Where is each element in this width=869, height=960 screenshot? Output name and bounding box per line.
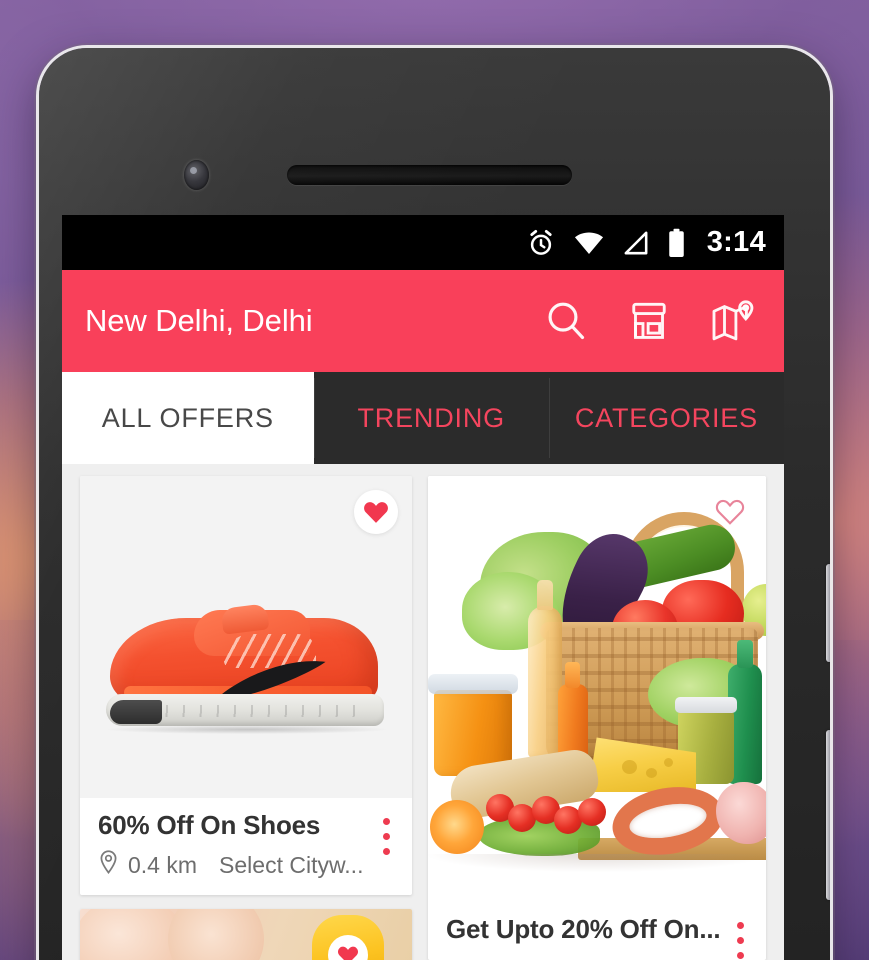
offer-card-shoes-body: 60% Off On Shoes 0.4 km Select Cityw... xyxy=(80,798,412,895)
tab-bar: ALL OFFERS TRENDING CATEGORIES xyxy=(62,372,784,464)
status-bar-time: 3:14 xyxy=(706,226,766,258)
offer-card-peek[interactable] xyxy=(80,909,412,960)
offer-title: Get Upto 20% Off On... xyxy=(446,914,721,944)
location-title[interactable]: New Delhi, Delhi xyxy=(85,303,542,339)
shoe-illustration xyxy=(102,603,392,736)
heart-filled-icon xyxy=(338,946,358,960)
tab-trending-label: TRENDING xyxy=(357,402,505,433)
favorite-heart-icon[interactable] xyxy=(354,490,398,534)
offer-card-shoes[interactable]: 60% Off On Shoes 0.4 km Select Cityw... xyxy=(80,476,412,895)
wifi-icon xyxy=(573,230,605,256)
app-bar: New Delhi, Delhi xyxy=(62,270,784,372)
offers-column-left: 60% Off On Shoes 0.4 km Select Cityw... xyxy=(80,476,412,960)
app-bar-actions xyxy=(542,297,762,345)
favorite-heart-icon[interactable] xyxy=(708,490,752,534)
heart-filled-icon xyxy=(364,502,388,523)
offer-card-groceries[interactable]: Get Upto 20% Off On... xyxy=(428,476,766,960)
lotion-bottle-illustration xyxy=(312,915,384,960)
phone-screen: 3:14 New Delhi, Delhi ALL OFFERS TRENDIN… xyxy=(62,215,784,960)
map-icon[interactable] xyxy=(708,297,756,345)
overflow-menu-icon[interactable] xyxy=(728,916,752,960)
volume-button[interactable] xyxy=(826,564,830,662)
search-icon[interactable] xyxy=(542,297,590,345)
heart-outline-icon xyxy=(715,499,745,525)
tab-all-offers-label: ALL OFFERS xyxy=(101,402,274,433)
overflow-menu-icon[interactable] xyxy=(374,812,398,860)
earpiece-speaker xyxy=(287,165,572,185)
offer-distance: 0.4 km xyxy=(128,851,198,878)
phone-device: 3:14 New Delhi, Delhi ALL OFFERS TRENDIN… xyxy=(39,48,830,960)
grocery-illustration xyxy=(428,476,766,902)
store-icon[interactable] xyxy=(626,298,672,344)
battery-icon xyxy=(667,228,686,258)
offer-image-shoes[interactable] xyxy=(80,476,412,798)
offers-grid[interactable]: 60% Off On Shoes 0.4 km Select Cityw... xyxy=(62,464,784,960)
offer-venue: Select Cityw... xyxy=(219,851,364,878)
tab-all-offers[interactable]: ALL OFFERS xyxy=(62,372,314,464)
screenshot-stage: 3:14 New Delhi, Delhi ALL OFFERS TRENDIN… xyxy=(0,0,869,960)
offer-title: 60% Off On Shoes xyxy=(98,810,321,840)
front-camera xyxy=(184,160,209,190)
offers-column-right: Get Upto 20% Off On... xyxy=(428,476,766,960)
status-bar: 3:14 xyxy=(62,215,784,270)
offer-meta: 0.4 km Select Cityw... xyxy=(98,850,396,880)
tab-categories-label: CATEGORIES xyxy=(574,402,758,433)
power-button[interactable] xyxy=(826,730,830,900)
tab-categories[interactable]: CATEGORIES xyxy=(548,372,784,464)
alarm-icon xyxy=(526,228,556,258)
offer-image-peek[interactable] xyxy=(80,909,412,960)
offer-image-groceries[interactable] xyxy=(428,476,766,902)
cellular-signal-icon xyxy=(622,230,650,256)
tab-trending[interactable]: TRENDING xyxy=(313,372,549,464)
location-pin-icon xyxy=(98,850,119,880)
offer-card-groceries-body: Get Upto 20% Off On... xyxy=(428,902,766,960)
